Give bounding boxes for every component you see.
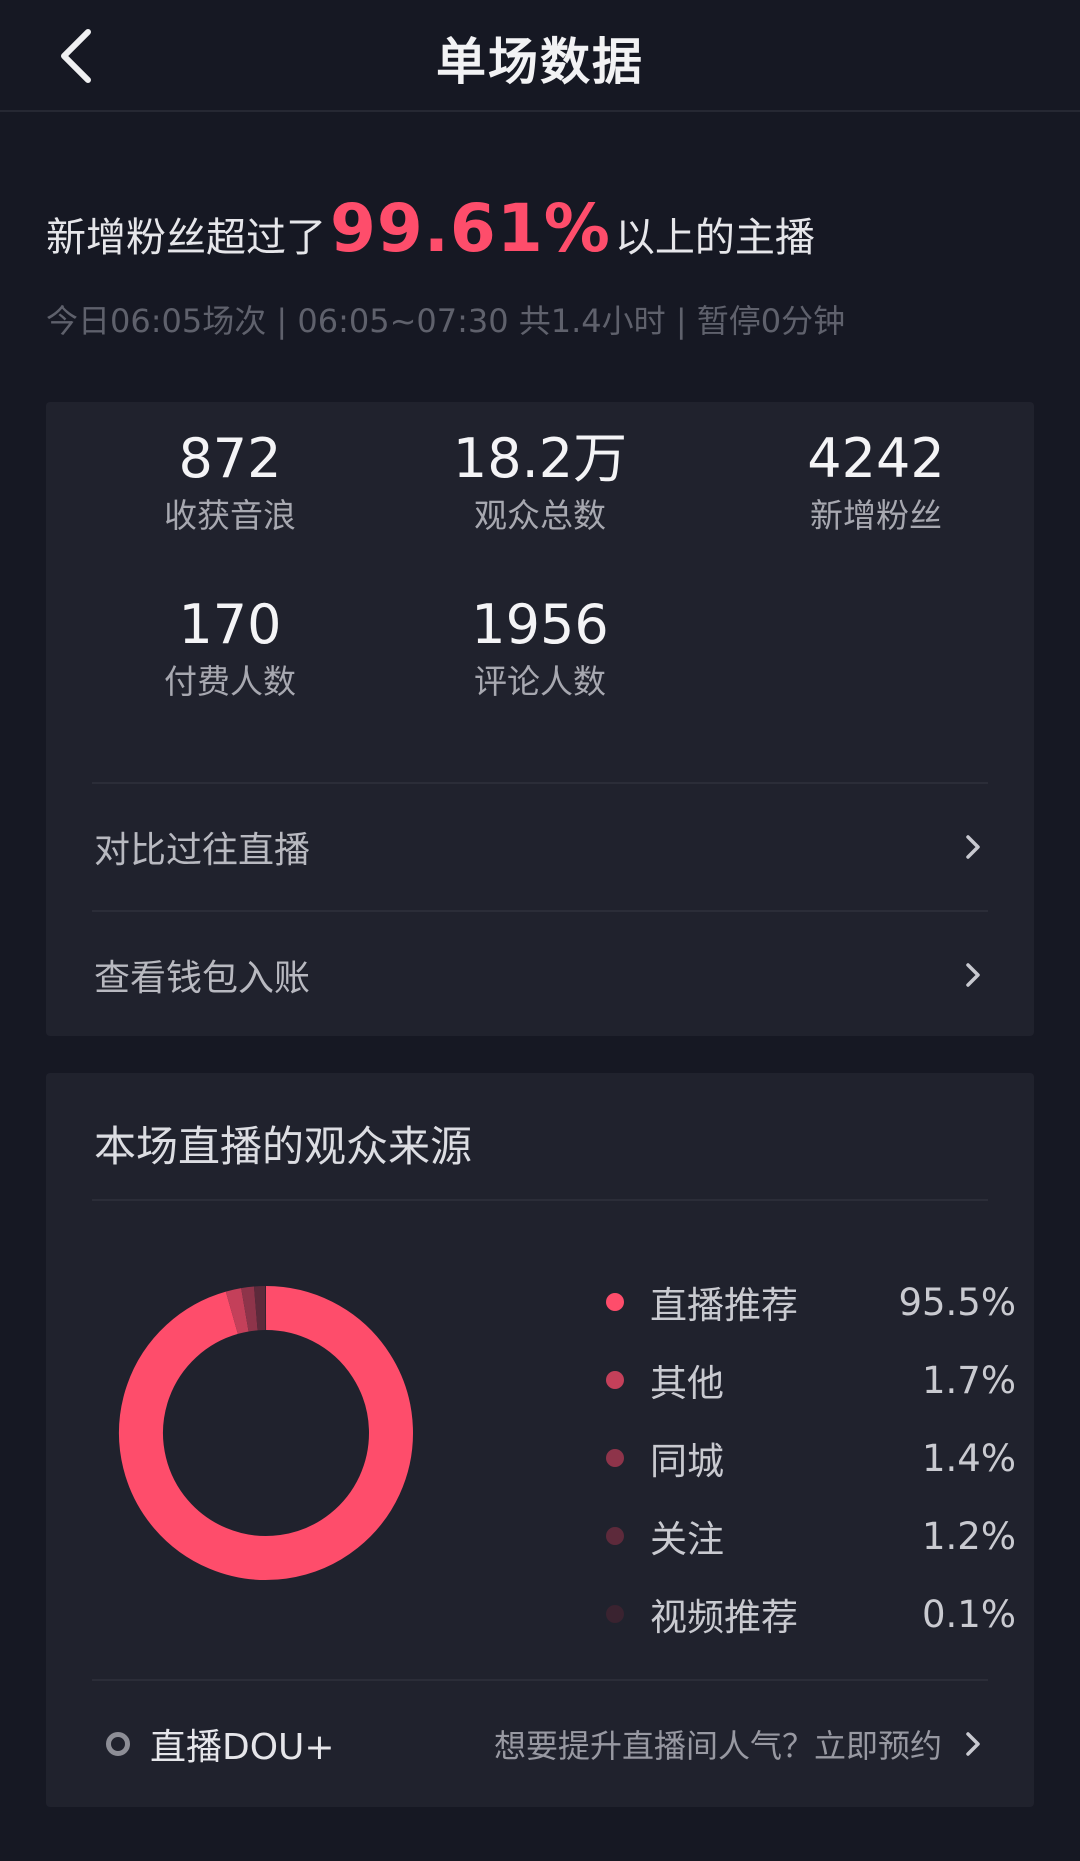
legend-dot [606, 1293, 624, 1311]
dou-plus-label: 直播DOU+ [150, 1727, 335, 1768]
legend-item: 直播推荐 95.5% [606, 1263, 1016, 1341]
page-title: 单场数据 [436, 33, 644, 91]
compare-past-live-row[interactable]: 对比过往直播 [46, 784, 1034, 910]
headline-prefix: 新增粉丝超过了 [46, 215, 326, 261]
stat-value: 4242 [807, 427, 945, 490]
legend-dot [606, 1371, 624, 1389]
headline-percent: 99.61% [330, 190, 611, 267]
legend-item: 视频推荐 0.1% [606, 1575, 1016, 1653]
stat-label: 评论人数 [474, 662, 606, 701]
dou-plus-row[interactable]: 直播DOU+ 想要提升直播间人气？立即预约 [46, 1681, 1034, 1807]
stat-paying-users: 170 付费人数 [80, 594, 380, 708]
top-bar: 单场数据 [0, 0, 1080, 112]
stat-label: 新增粉丝 [810, 496, 942, 535]
stat-label: 观众总数 [474, 496, 606, 535]
legend-name: 视频推荐 [650, 1596, 798, 1639]
wallet-income-label: 查看钱包入账 [94, 958, 311, 999]
legend-name: 同城 [650, 1440, 724, 1483]
stat-label: 收获音浪 [164, 496, 296, 535]
legend-percent: 1.4% [922, 1436, 1016, 1480]
chevron-right-icon [958, 832, 988, 862]
legend-percent: 0.1% [922, 1592, 1016, 1636]
donut-slice-0 [119, 1286, 413, 1580]
legend-name: 其他 [650, 1362, 724, 1405]
audience-source-legend: 直播推荐 95.5% 其他 1.7% 同城 1.4% 关注 1.2% 视频推荐 … [606, 1263, 1016, 1653]
stat-value: 18.2万 [452, 427, 628, 490]
legend-dot [606, 1527, 624, 1545]
legend-percent: 95.5% [898, 1280, 1016, 1324]
audience-source-card: 本场直播的观众来源 直播推荐 95.5% 其他 1.7% 同城 1.4% 关注 … [46, 1073, 1034, 1807]
legend-item: 同城 1.4% [606, 1419, 1016, 1497]
legend-dot [606, 1449, 624, 1467]
ring-icon [106, 1732, 130, 1756]
section-title: 本场直播的观众来源 [94, 1122, 473, 1171]
compare-past-live-label: 对比过往直播 [94, 830, 311, 871]
stat-value: 170 [178, 593, 282, 656]
chevron-right-icon [958, 1729, 988, 1759]
donut-slice-1 [225, 1288, 249, 1334]
stat-total-viewers: 18.2万 观众总数 [390, 428, 690, 542]
stat-value: 1956 [471, 593, 609, 656]
headline-suffix: 以上的主播 [614, 215, 815, 261]
stat-sound-waves: 872 收获音浪 [80, 428, 380, 542]
donut-slice-2 [241, 1286, 258, 1332]
headline: 新增粉丝超过了 99.61% 以上的主播 [46, 190, 815, 267]
stat-value: 872 [178, 427, 282, 490]
audience-source-donut [119, 1286, 413, 1580]
legend-name: 关注 [650, 1518, 724, 1561]
stat-new-followers: 4242 新增粉丝 [726, 428, 1026, 542]
stat-commenters: 1956 评论人数 [390, 594, 690, 708]
legend-percent: 1.2% [922, 1514, 1016, 1558]
session-meta: 今日06:05场次 | 06:05~07:30 共1.4小时 | 暂停0分钟 [46, 302, 846, 340]
dou-plus-promo-text: 想要提升直播间人气？立即预约 [493, 1727, 942, 1765]
stat-label: 付费人数 [164, 662, 296, 701]
chevron-right-icon [958, 960, 988, 990]
legend-dot [606, 1605, 624, 1623]
dou-plus-promo-link[interactable]: 想要提升直播间人气？立即预约 [494, 1721, 988, 1767]
legend-percent: 1.7% [922, 1358, 1016, 1402]
wallet-income-row[interactable]: 查看钱包入账 [46, 912, 1034, 1038]
divider [92, 1199, 988, 1201]
stats-card: 872 收获音浪 18.2万 观众总数 4242 新增粉丝 170 付费人数 1… [46, 402, 1034, 1036]
legend-item: 关注 1.2% [606, 1497, 1016, 1575]
legend-name: 直播推荐 [650, 1284, 798, 1327]
legend-item: 其他 1.7% [606, 1341, 1016, 1419]
